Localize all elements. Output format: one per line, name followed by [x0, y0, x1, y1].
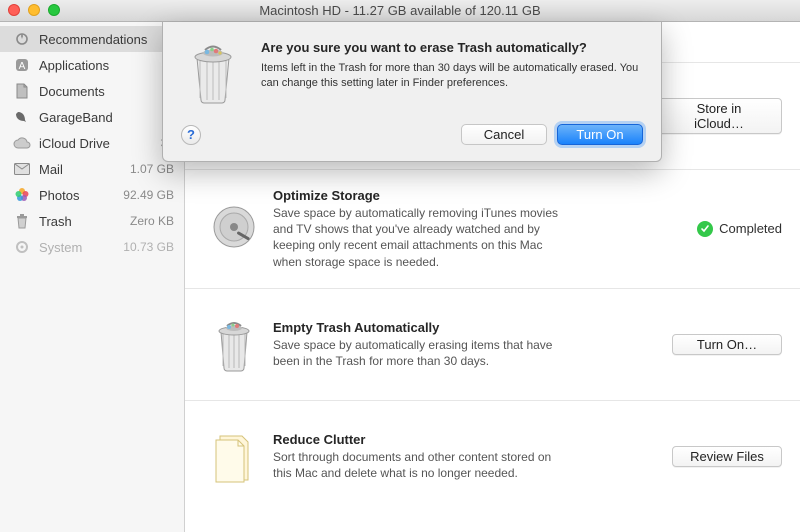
svg-text:A: A: [19, 61, 26, 72]
recommendation-optimize-storage: Optimize Storage Save space by automatic…: [185, 170, 800, 289]
sidebar-item-size: 92.49 GB: [123, 188, 174, 202]
help-button[interactable]: ?: [181, 125, 201, 145]
recommendation-desc: Save space by automatically removing iTu…: [273, 205, 573, 270]
docs-icon: [195, 430, 273, 484]
trash-icon: [12, 212, 32, 230]
confirm-erase-trash-dialog: Are you sure you want to erase Trash aut…: [162, 22, 662, 162]
window-controls: [8, 4, 60, 16]
recommendation-desc: Save space by automatically erasing item…: [273, 337, 573, 369]
recommendation-empty-trash: Empty Trash Automatically Save space by …: [185, 289, 800, 401]
titlebar: Macintosh HD - 11.27 GB available of 120…: [0, 0, 800, 22]
mail-icon: [12, 160, 32, 178]
sidebar-item-icloud-drive[interactable]: iCloud Drive 36: [0, 130, 184, 156]
trash-dialog-icon: [181, 40, 245, 106]
checkmark-icon: [697, 221, 713, 237]
completed-status: Completed: [697, 221, 782, 237]
sidebar-item-size: 1.07 GB: [130, 162, 174, 176]
garageband-icon: [12, 108, 32, 126]
confirm-turn-on-button[interactable]: Turn On: [557, 124, 643, 145]
sidebar-item-label: iCloud Drive: [39, 136, 161, 151]
sidebar-item-label: Photos: [39, 188, 123, 203]
sidebar-item-label: Applications: [39, 58, 167, 73]
sidebar-item-trash[interactable]: Trash Zero KB: [0, 208, 184, 234]
sidebar-item-label: System: [39, 240, 123, 255]
dialog-title: Are you sure you want to erase Trash aut…: [261, 40, 643, 55]
sidebar-item-label: GarageBand: [39, 110, 162, 125]
sidebar-item-applications[interactable]: A Applications 4: [0, 52, 184, 78]
minimize-window-icon[interactable]: [28, 4, 40, 16]
dialog-message: Items left in the Trash for more than 30…: [261, 61, 643, 91]
recommendation-reduce-clutter: Reduce Clutter Sort through documents an…: [185, 401, 800, 513]
recommendation-title: Optimize Storage: [273, 188, 646, 203]
system-icon: [12, 238, 32, 256]
sidebar-item-size: 10.73 GB: [123, 240, 174, 254]
hdd-icon: [195, 203, 273, 255]
sidebar-item-mail[interactable]: Mail 1.07 GB: [0, 156, 184, 182]
icloud-icon: [12, 134, 32, 152]
applications-icon: A: [12, 56, 32, 74]
trash-large-icon: [195, 316, 273, 372]
close-window-icon[interactable]: [8, 4, 20, 16]
store-in-icloud-button[interactable]: Store in iCloud…: [656, 98, 782, 134]
zoom-window-icon[interactable]: [48, 4, 60, 16]
sidebar-item-label: Recommendations: [39, 32, 174, 47]
sidebar-item-label: Trash: [39, 214, 130, 229]
turn-on-button[interactable]: Turn On…: [672, 334, 782, 355]
photos-icon: [12, 186, 32, 204]
documents-icon: [12, 82, 32, 100]
cancel-button[interactable]: Cancel: [461, 124, 547, 145]
recommendations-icon: [12, 30, 32, 48]
sidebar-item-label: Mail: [39, 162, 130, 177]
recommendation-title: Empty Trash Automatically: [273, 320, 646, 335]
recommendation-title: Reduce Clutter: [273, 432, 646, 447]
completed-label: Completed: [719, 221, 782, 236]
sidebar-item-photos[interactable]: Photos 92.49 GB: [0, 182, 184, 208]
sidebar: Recommendations A Applications 4 Documen…: [0, 22, 185, 532]
sidebar-item-system[interactable]: System 10.73 GB: [0, 234, 184, 260]
sidebar-item-recommendations[interactable]: Recommendations: [0, 26, 184, 52]
recommendation-desc: Sort through documents and other content…: [273, 449, 573, 481]
window-title: Macintosh HD - 11.27 GB available of 120…: [259, 3, 540, 18]
review-files-button[interactable]: Review Files: [672, 446, 782, 467]
sidebar-item-size: Zero KB: [130, 214, 174, 228]
sidebar-item-documents[interactable]: Documents 5: [0, 78, 184, 104]
sidebar-item-garageband[interactable]: GarageBand 11: [0, 104, 184, 130]
sidebar-item-label: Documents: [39, 84, 167, 99]
